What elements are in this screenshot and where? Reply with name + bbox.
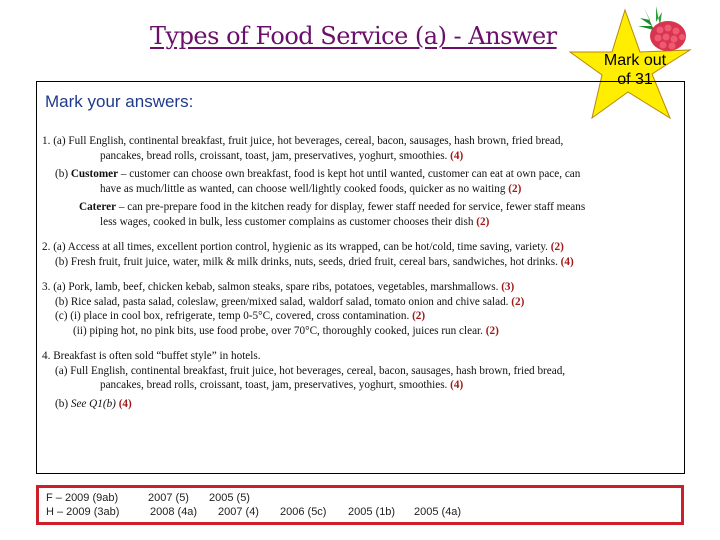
q4a-line2: pancakes, bread rolls, croissant, toast,… [42, 378, 678, 393]
q3d-line: (ii) piping hot, no pink bits, use food … [42, 324, 678, 339]
q3a-text: 3. (a) Pork, lamb, beef, chicken kebab, … [42, 281, 499, 293]
q4a-mark: (4) [450, 379, 464, 391]
q1b-text2: have as much/little as wanted, can choos… [100, 182, 506, 195]
q1c-bold: Caterer [79, 201, 117, 213]
q3d-text: (ii) piping hot, no pink bits, use food … [73, 324, 483, 337]
ref-h-5: 2005 (1b) [348, 506, 396, 518]
q1b-line2: have as much/little as wanted, can choos… [42, 182, 678, 197]
q1c-text2: less wages, cooked in bulk, less custome… [100, 215, 474, 228]
q3b-mark: (2) [511, 295, 525, 308]
q1a-mark: (4) [450, 149, 464, 162]
q3c-text: (c) (i) place in cool box, refrigerate, … [55, 310, 410, 322]
q4b-ital: See Q1(b) [70, 397, 116, 410]
q4b-label: (b) [55, 397, 71, 410]
q1b-mark: (2) [508, 182, 522, 195]
q3d-mark: (2) [485, 324, 499, 337]
q2b-line: (b) Fresh fruit, fruit juice, water, mil… [42, 255, 678, 270]
q3a-line: 3. (a) Pork, lamb, beef, chicken kebab, … [42, 280, 678, 295]
q2a-mark: (2) [550, 241, 564, 253]
mark-badge-line2: of 31 [617, 71, 653, 88]
q4a-text2: pancakes, bread rolls, croissant, toast,… [100, 379, 448, 391]
ref-f-2: 2007 (5) [148, 492, 189, 504]
q1c-line1: Caterer – can pre-prepare food in the ki… [42, 200, 678, 215]
mark-badge-text: Mark out of 31 [595, 51, 675, 89]
ref-h-1: H – 2009 (3ab) [46, 506, 120, 518]
q3c-mark: (2) [412, 310, 426, 322]
q4b-line: (b) See Q1(b) (4) [42, 397, 678, 412]
q1c-line2: less wages, cooked in bulk, less custome… [42, 215, 678, 230]
q3b-text: (b) Rice salad, pasta salad, coleslaw, g… [55, 295, 509, 308]
q4b-mark: (4) [118, 397, 132, 410]
q2a-line: 2. (a) Access at all times, excellent po… [42, 240, 678, 255]
q1c-text: – can pre-prepare food in the kitchen re… [116, 201, 586, 213]
page-title: Types of Food Service (a) - Answer [150, 22, 557, 50]
q2b-text: (b) Fresh fruit, fruit juice, water, mil… [55, 255, 558, 268]
ref-h-6: 2005 (4a) [414, 506, 462, 518]
q3c-line: (c) (i) place in cool box, refrigerate, … [42, 309, 678, 324]
ref-f-3: 2005 (5) [209, 492, 250, 504]
q1c-mark: (2) [476, 215, 490, 228]
higher-references: H – 2009 (3ab) 2008 (4a) 2007 (4) 2006 (5c)… [46, 506, 461, 518]
ref-h-4: 2006 (5c) [280, 506, 327, 518]
q1a-text: pancakes, bread rolls, croissant, toast,… [100, 149, 448, 162]
q4-intro: 4. Breakfast is often sold “buffet style… [42, 350, 261, 362]
exam-references: F – 2009 (9ab) 2007 (5) 2005 (5) H – 2009 … [36, 485, 684, 525]
ref-h-3: 2007 (4) [218, 506, 259, 518]
q1a-line1: 1. (a) Full English, continental breakfa… [42, 135, 564, 147]
q4a-line1: (a) Full English, continental breakfast,… [55, 364, 566, 377]
q3b-line: (b) Rice salad, pasta salad, coleslaw, g… [42, 295, 678, 310]
section-heading: Mark your answers: [45, 92, 194, 111]
raspberry-icon [638, 6, 686, 51]
ref-f-1: F – 2009 (9ab) [46, 492, 119, 504]
q1b-line1: (b) Customer – customer can choose own b… [42, 167, 678, 182]
ref-h-2: 2008 (4a) [150, 506, 198, 518]
q1a-line2: pancakes, bread rolls, croissant, toast,… [42, 149, 678, 164]
q2b-mark: (4) [560, 255, 574, 268]
q1b-label: (b) [55, 168, 71, 180]
q3a-mark: (3) [501, 281, 515, 293]
answers-panel: Mark your answers: 1. (a) Full English, … [36, 81, 685, 474]
foundation-references: F – 2009 (9ab) 2007 (5) 2005 (5) [46, 492, 250, 504]
answers-content: 1. (a) Full English, continental breakfa… [42, 134, 678, 411]
q2a-text: 2. (a) Access at all times, excellent po… [42, 241, 548, 253]
q1b-bold: Customer [70, 168, 119, 180]
q1b-text: – customer can choose own breakfast, foo… [118, 168, 581, 180]
mark-badge-line1: Mark out [603, 52, 667, 69]
